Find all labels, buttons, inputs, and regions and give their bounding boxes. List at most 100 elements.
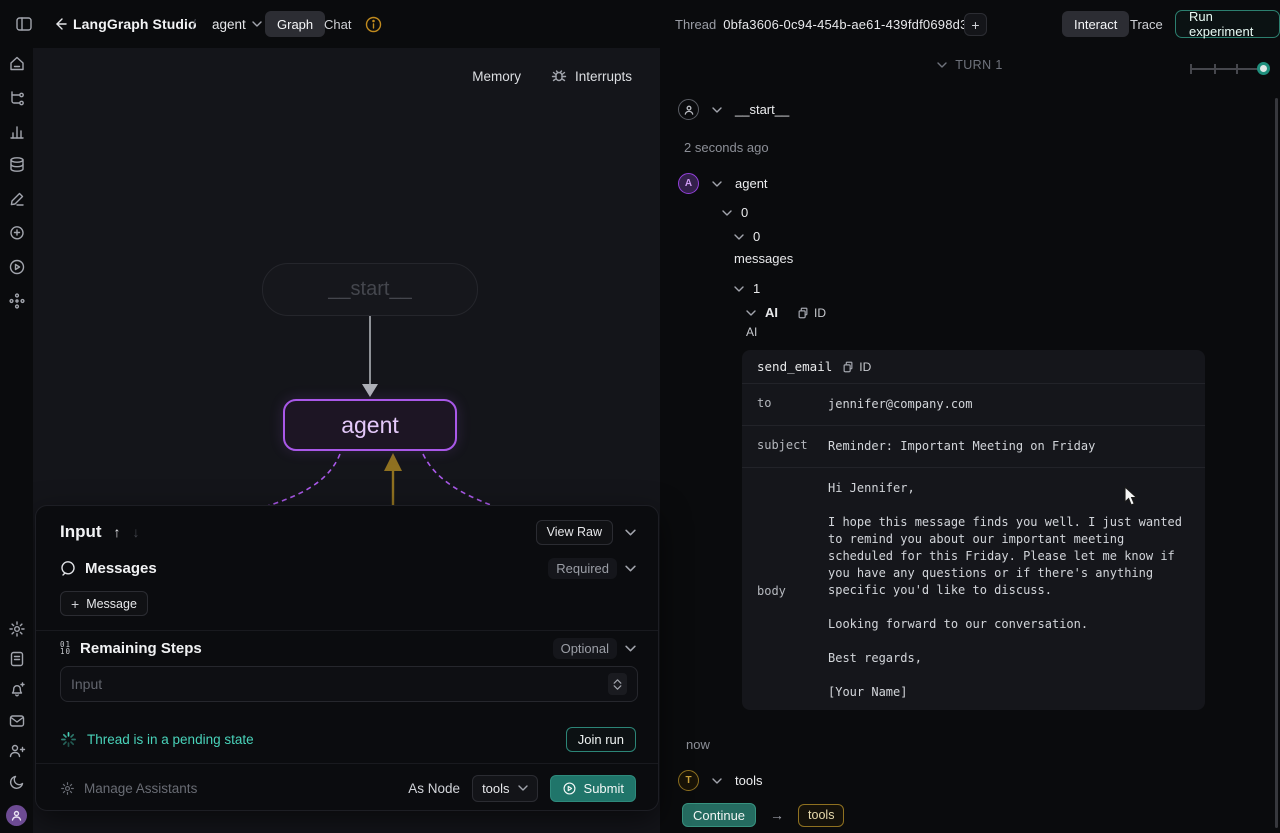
langgraph-nodes-icon[interactable]: [7, 291, 26, 310]
plus-icon: +: [71, 596, 79, 612]
chevron-down-icon[interactable]: [712, 181, 722, 187]
tab-trace[interactable]: Trace: [1118, 11, 1175, 37]
tool-name: send_email: [757, 359, 832, 374]
user-plus-icon[interactable]: [7, 741, 26, 760]
play-circle-icon[interactable]: [7, 257, 26, 276]
tree-message-1[interactable]: 1: [734, 281, 760, 296]
workflow-icon[interactable]: [7, 88, 26, 107]
tree-node-0-label: 0: [741, 205, 748, 220]
new-thread-button[interactable]: +: [964, 13, 987, 36]
graph-node-agent[interactable]: agent: [283, 399, 457, 451]
bar-chart-icon[interactable]: [7, 122, 26, 141]
messages-requirement-label: Required: [548, 558, 617, 579]
left-icon-sidebar: [0, 48, 33, 833]
info-icon[interactable]: [360, 0, 386, 48]
view-raw-button[interactable]: View Raw: [536, 520, 613, 545]
tool-call-card: send_email ID to jennifer@company.com su…: [742, 350, 1205, 710]
home-icon[interactable]: [7, 54, 26, 73]
sidebar-toggle-icon[interactable]: [10, 0, 38, 48]
tree-message-type-row[interactable]: AI ID: [746, 305, 826, 320]
database-icon[interactable]: [7, 155, 26, 174]
chevron-down-icon[interactable]: [625, 529, 636, 536]
graph-node-start[interactable]: __start__: [262, 263, 478, 316]
number-stepper[interactable]: [608, 673, 627, 695]
remaining-steps-input[interactable]: [71, 676, 608, 692]
chevron-down-icon: [722, 210, 732, 216]
copy-tool-id-button[interactable]: ID: [842, 360, 871, 374]
tree-messages-key: messages: [734, 251, 793, 266]
tool-arg-row-body: body Hi Jennifer, I hope this message fi…: [742, 468, 1205, 710]
back-arrow-icon[interactable]: [48, 0, 72, 48]
gear-icon: [60, 781, 75, 796]
continue-row: Continue → tools: [682, 803, 844, 827]
remaining-steps-requirement[interactable]: Optional: [553, 638, 636, 659]
event-start[interactable]: __start__: [678, 99, 789, 120]
move-up-icon[interactable]: ↑: [114, 524, 121, 540]
submit-label: Submit: [584, 781, 624, 796]
node-select-dropdown[interactable]: tools: [472, 775, 537, 802]
remaining-steps-requirement-label: Optional: [553, 638, 617, 659]
timeline-scrollbar[interactable]: [1275, 98, 1278, 828]
node-select-value: tools: [482, 781, 509, 796]
event-agent[interactable]: A agent: [678, 173, 768, 194]
chevron-down-icon[interactable]: [712, 778, 722, 784]
copy-icon: [797, 307, 809, 319]
message-subtype-label: AI: [746, 325, 757, 339]
run-experiment-button[interactable]: Run experiment: [1175, 10, 1280, 38]
graph-selector[interactable]: agent: [212, 0, 262, 48]
dark-mode-moon-icon[interactable]: [7, 772, 26, 791]
remaining-steps-label: Remaining Steps: [80, 640, 202, 657]
remaining-steps-input-wrap: [60, 666, 638, 702]
user-avatar[interactable]: [6, 805, 27, 826]
tree-node-0[interactable]: 0: [722, 205, 748, 220]
edit-pencil-icon[interactable]: [7, 189, 26, 208]
notes-icon[interactable]: [7, 649, 26, 668]
now-timestamp: now: [686, 737, 710, 752]
chevron-down-icon: [746, 310, 756, 316]
copy-id-button[interactable]: ID: [797, 306, 826, 320]
arg-key: to: [757, 396, 828, 413]
chevron-down-icon: [252, 21, 262, 27]
messages-requirement[interactable]: Required: [548, 558, 636, 579]
bell-plus-icon[interactable]: [7, 680, 26, 699]
chevron-down-icon: [625, 645, 636, 652]
id-label: ID: [859, 360, 871, 374]
move-down-icon[interactable]: ↓: [133, 524, 140, 540]
chevron-down-icon[interactable]: [712, 107, 722, 113]
slider-knob[interactable]: [1257, 62, 1270, 75]
copy-icon: [842, 361, 854, 373]
user-avatar-icon: [678, 99, 699, 120]
interrupts-button[interactable]: Interrupts: [551, 68, 632, 84]
event-tools[interactable]: T tools: [678, 770, 762, 791]
tool-arg-row-subject: subject Reminder: Important Meeting on F…: [742, 426, 1205, 468]
tools-avatar: T: [678, 770, 699, 791]
tree-message-1-label: 1: [753, 281, 760, 296]
input-panel: Input ↑ ↓ View Raw Messages Required + M…: [35, 505, 659, 811]
pending-status-text: Thread is in a pending state: [87, 732, 254, 747]
add-message-button[interactable]: + Message: [60, 591, 148, 616]
tool-arg-row-to: to jennifer@company.com: [742, 384, 1205, 426]
event-tools-name: tools: [735, 773, 762, 788]
tree-node-0-0[interactable]: 0: [734, 229, 760, 244]
play-circle-icon: [562, 781, 577, 796]
tab-chat[interactable]: Chat: [312, 11, 363, 37]
graph-selector-value: agent: [212, 17, 246, 32]
submit-button[interactable]: Submit: [550, 775, 636, 802]
continue-target-badge[interactable]: tools: [798, 804, 844, 827]
memory-button[interactable]: Memory: [472, 69, 521, 84]
agent-avatar: A: [678, 173, 699, 194]
chevron-down-icon: [625, 565, 636, 572]
message-plus-icon[interactable]: [7, 223, 26, 242]
tree-node-0-0-label: 0: [753, 229, 760, 244]
bug-icon: [551, 68, 567, 84]
continue-button[interactable]: Continue: [682, 803, 756, 827]
history-slider[interactable]: [1190, 62, 1270, 76]
manage-assistants-button[interactable]: Manage Assistants: [84, 781, 197, 796]
settings-gear-icon[interactable]: [7, 619, 26, 638]
join-run-button[interactable]: Join run: [566, 727, 636, 752]
thread-selector[interactable]: Thread 0bfa3606-0c94-454b-ae61-439fdf069…: [675, 0, 985, 48]
arg-value: jennifer@company.com: [828, 396, 973, 413]
turn-header[interactable]: TURN 1: [660, 58, 1280, 72]
thread-id: 0bfa3606-0c94-454b-ae61-439fdf0698d3: [723, 17, 967, 32]
mail-icon[interactable]: [7, 711, 26, 730]
